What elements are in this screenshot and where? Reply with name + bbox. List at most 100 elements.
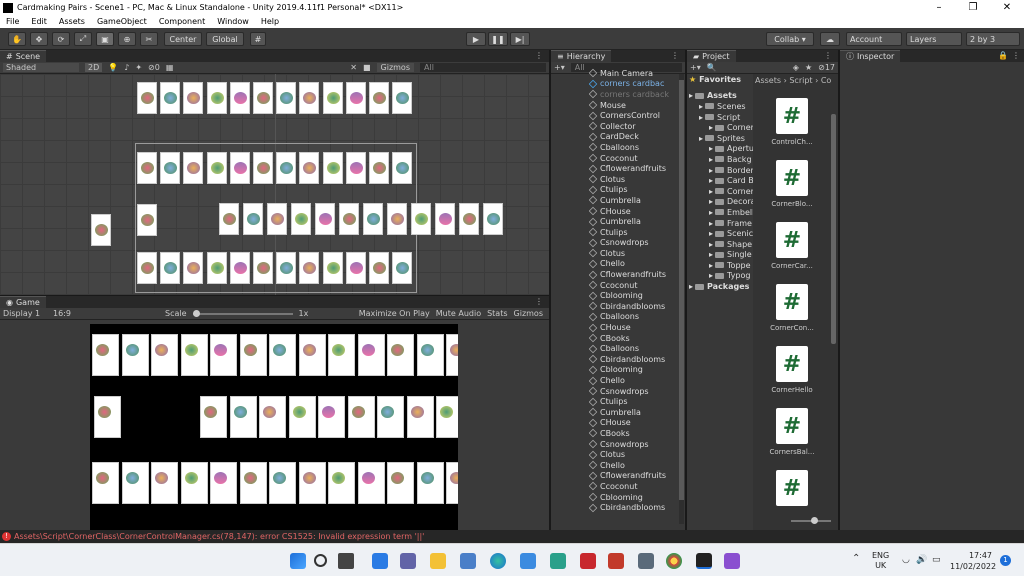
- card-sprite[interactable]: [183, 82, 204, 114]
- card-sprite[interactable]: [269, 462, 296, 504]
- card-sprite[interactable]: [269, 334, 296, 376]
- card-sprite[interactable]: [137, 152, 157, 184]
- hierarchy-item[interactable]: Cflowerandfruits: [589, 269, 677, 280]
- layers-dropdown[interactable]: Layers: [906, 32, 962, 46]
- hierarchy-item[interactable]: Cumbrella: [589, 407, 677, 418]
- card-sprite[interactable]: [345, 82, 366, 114]
- card-sprite[interactable]: [151, 334, 178, 376]
- lighting-toggle-icon[interactable]: 💡: [108, 63, 118, 72]
- card-sprite[interactable]: [160, 252, 181, 284]
- create-asset-button[interactable]: +▾: [690, 63, 701, 72]
- mute-audio-toggle[interactable]: Mute Audio: [433, 309, 484, 318]
- project-tree-item[interactable]: ▸ Script: [687, 112, 753, 123]
- card-sprite[interactable]: [180, 462, 208, 504]
- card-sprite[interactable]: [206, 152, 227, 184]
- search-icon[interactable]: [314, 554, 327, 567]
- game-viewport[interactable]: [0, 320, 549, 530]
- card-sprite[interactable]: [92, 334, 119, 376]
- widgets-icon[interactable]: [372, 553, 388, 569]
- card-sprite[interactable]: [446, 334, 458, 376]
- card-sprite[interactable]: [369, 82, 389, 114]
- scene-gizmos-dropdown[interactable]: Gizmos: [376, 63, 414, 72]
- menu-assets[interactable]: Assets: [53, 17, 91, 26]
- card-sprite[interactable]: [392, 252, 413, 284]
- battery-icon[interactable]: ▭: [932, 555, 941, 565]
- wifi-icon[interactable]: ◡: [902, 555, 910, 565]
- hierarchy-item[interactable]: Ctulips: [589, 185, 677, 196]
- expand-arrow-icon[interactable]: ▸: [689, 282, 693, 291]
- clock[interactable]: 17:47 11/02/2022: [950, 550, 996, 572]
- hierarchy-item[interactable]: Chello: [589, 460, 677, 471]
- card-sprite[interactable]: [183, 152, 204, 184]
- camera-icon[interactable]: ■: [363, 63, 371, 72]
- card-sprite[interactable]: [137, 252, 157, 284]
- hand-tool-icon[interactable]: ✋: [8, 32, 26, 46]
- tab-scene[interactable]: # Scene: [0, 50, 47, 62]
- hierarchy-item[interactable]: Cblooming: [589, 290, 677, 301]
- lock-icon[interactable]: 🔒: [998, 51, 1008, 60]
- hierarchy-item[interactable]: Ccoconut: [589, 280, 677, 291]
- mcafee-icon[interactable]: [580, 553, 596, 569]
- hierarchy-item[interactable]: Cbirdandblooms: [589, 354, 677, 365]
- panel-menu-icon[interactable]: ⋮: [535, 297, 543, 306]
- mail-icon[interactable]: [460, 553, 476, 569]
- expand-arrow-icon[interactable]: ▸: [709, 197, 713, 206]
- hierarchy-item[interactable]: CHouse: [589, 206, 677, 217]
- card-sprite[interactable]: [210, 334, 237, 376]
- card-sprite[interactable]: [357, 462, 385, 504]
- grid-toggle-icon[interactable]: ▦: [166, 63, 174, 72]
- card-sprite[interactable]: [387, 203, 407, 235]
- project-tree-item[interactable]: ▸ Decora: [687, 197, 753, 208]
- card-sprite[interactable]: [239, 462, 267, 504]
- expand-arrow-icon[interactable]: ▸: [709, 229, 713, 238]
- notification-badge[interactable]: 1: [1000, 555, 1011, 566]
- breadcrumb-item[interactable]: Co: [821, 76, 831, 85]
- project-tree-item[interactable]: ▸ Toppe: [687, 260, 753, 271]
- expand-arrow-icon[interactable]: ▸: [709, 208, 713, 217]
- card-sprite[interactable]: [253, 152, 273, 184]
- card-sprite[interactable]: [435, 203, 455, 235]
- effects-toggle-icon[interactable]: ✦: [135, 63, 142, 72]
- store-icon[interactable]: [520, 553, 536, 569]
- step-button[interactable]: ▶|: [510, 32, 530, 46]
- card-sprite[interactable]: [299, 82, 320, 114]
- hierarchy-item[interactable]: Csnowdrops: [589, 386, 677, 397]
- project-tree-item[interactable]: ▸ Packages: [687, 281, 753, 292]
- card-sprite[interactable]: [137, 82, 157, 114]
- hierarchy-item[interactable]: Ctulips: [589, 396, 677, 407]
- expand-arrow-icon[interactable]: ▸: [709, 240, 713, 249]
- card-sprite[interactable]: [298, 462, 326, 504]
- layout-dropdown[interactable]: 2 by 3: [966, 32, 1020, 46]
- project-tree-item[interactable]: ▸ Corner: [687, 122, 753, 133]
- console-status-bar[interactable]: ! Assets\Script\CornerClass\CornerContro…: [0, 530, 1024, 543]
- card-sprite[interactable]: [180, 334, 208, 376]
- card-sprite[interactable]: [318, 396, 345, 438]
- card-sprite[interactable]: [416, 334, 444, 376]
- card-sprite[interactable]: [276, 152, 297, 184]
- rect-tool-icon[interactable]: ▣: [96, 32, 114, 46]
- expand-arrow-icon[interactable]: ▸: [709, 187, 713, 196]
- hierarchy-item[interactable]: Ccoconut: [589, 153, 677, 164]
- project-tree-item[interactable]: ▸ Embell: [687, 207, 753, 218]
- card-sprite[interactable]: [322, 82, 343, 114]
- project-tree-item[interactable]: ▸ Apertu: [687, 144, 753, 155]
- hierarchy-item[interactable]: Cflowerandfruits: [589, 471, 677, 482]
- maximize-button[interactable]: ❐: [956, 2, 990, 13]
- unity-taskbar-icon[interactable]: [696, 553, 712, 569]
- tab-game[interactable]: ◉ Game: [0, 296, 46, 308]
- expand-arrow-icon[interactable]: ▸: [709, 271, 713, 280]
- card-sprite[interactable]: [94, 396, 121, 438]
- expand-arrow-icon[interactable]: ▸: [709, 144, 713, 153]
- card-sprite[interactable]: [267, 203, 287, 235]
- 2d-toggle-button[interactable]: 2D: [85, 63, 103, 72]
- card-sprite[interactable]: [483, 203, 503, 235]
- hierarchy-item[interactable]: CHouse: [589, 322, 677, 333]
- card-sprite[interactable]: [259, 396, 286, 438]
- card-sprite[interactable]: [406, 396, 434, 438]
- card-sprite[interactable]: [160, 152, 181, 184]
- card-sprite[interactable]: [377, 396, 404, 438]
- snap-grid-icon[interactable]: #: [250, 32, 266, 46]
- panel-menu-icon[interactable]: ⋮: [824, 51, 832, 60]
- hierarchy-item[interactable]: Cblooming: [589, 365, 677, 376]
- card-sprite[interactable]: [229, 82, 250, 114]
